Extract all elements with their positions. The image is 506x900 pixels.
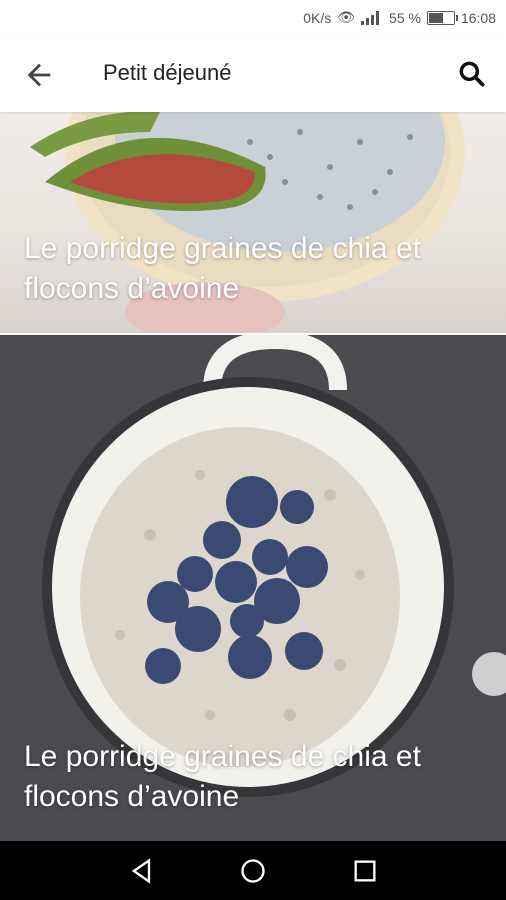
recipe-card[interactable]: Le porridge graines de chia et flocons d… [0,335,506,841]
eye-icon: 👁 [337,9,356,25]
nav-back-icon[interactable] [128,857,156,885]
recipe-card[interactable]: Le porridge graines de chia et flocons d… [0,112,506,333]
search-icon[interactable] [456,58,488,90]
page-title: Petit déjeuné [103,60,232,85]
app-bar: Petit déjeuné [0,36,506,112]
recipe-title: Le porridge graines de chia et flocons d… [24,232,421,305]
battery-icon [426,10,458,25]
arrow-left-icon[interactable] [22,58,56,92]
signal-icon [361,10,383,25]
nav-recents-icon[interactable] [351,857,379,885]
clock: 16:08 [460,9,496,26]
battery-percent: 55 % [389,9,421,26]
nav-home-icon[interactable] [239,857,267,885]
status-bar: 0K/s 👁 55 % 16:08 [0,0,506,36]
network-speed: 0K/s [303,9,332,26]
system-nav-bar [0,841,506,900]
recipe-title: Le porridge graines de chia et flocons d… [24,740,421,813]
